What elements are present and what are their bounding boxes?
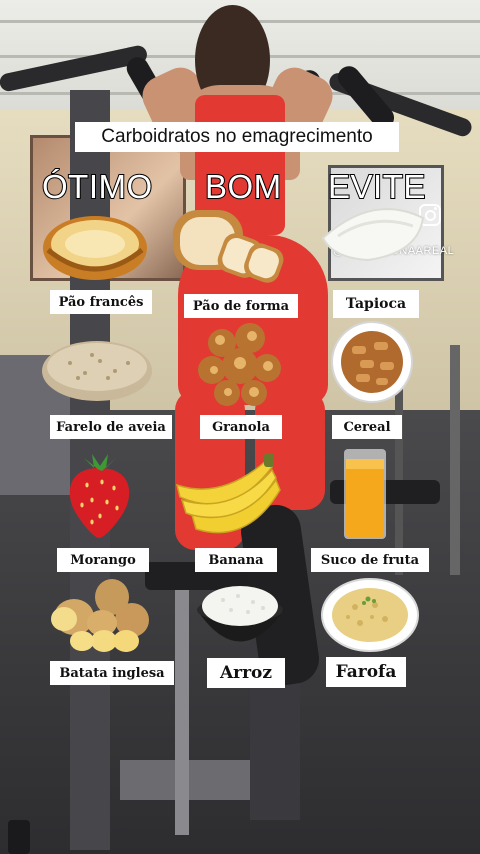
food-label: Farofa [326,657,406,687]
column-heading-bom: BOM [204,167,282,206]
page-title: Carboidratos no emagrecimento [75,122,399,152]
food-label: Suco de fruta [311,548,429,572]
food-label: Tapioca [333,290,419,318]
column-heading-otimo: ÓTIMO [41,167,153,206]
food-label: Pão francês [50,290,152,314]
bread-roll-image [43,216,147,280]
food-label: Cereal [332,415,402,439]
water-bottle [8,820,30,854]
sliced-bread-image [173,210,284,283]
farofa-bowl-image [321,578,419,652]
machine-base [120,760,270,800]
food-label: Farelo de aveia [50,415,172,439]
juice-glass-image [344,449,386,539]
granola-image [198,323,281,406]
food-label: Batata inglesa [50,661,174,685]
tapioca-image [321,208,425,262]
strawberry-image [69,454,130,538]
food-label: Banana [195,548,277,572]
rice-bowl-image [197,586,284,642]
oat-bran-image [42,341,152,401]
bananas-image [175,453,281,534]
food-label: Morango [57,548,149,572]
food-label: Arroz [207,658,285,688]
machine-frame [450,345,460,575]
food-label: Pão de forma [184,294,298,318]
machine-post [175,585,189,835]
potatoes-image [51,579,149,652]
food-label: Granola [200,415,282,439]
cereal-bowl-image [331,321,413,403]
